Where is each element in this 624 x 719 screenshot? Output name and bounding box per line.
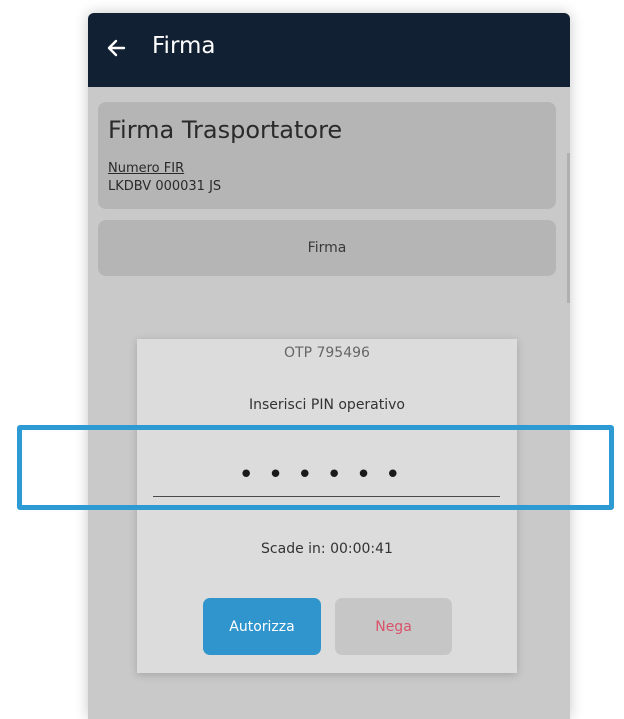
arrow-left-icon[interactable] [102,33,132,63]
pin-prompt: Inserisci PIN operativo [248,397,405,413]
sign-button[interactable]: Firma [98,220,556,276]
page-title: Firma [152,33,216,59]
otp-code: OTP 795496 [284,345,370,361]
authorize-button[interactable]: Autorizza [203,598,321,655]
app-bar: Firma [88,13,570,87]
screen: Firma Firma Trasportatore Numero FIR LKD… [0,0,624,719]
highlight-box [17,425,614,510]
fir-number-value: LKDBV 000031 JS [108,179,222,194]
card-title: Firma Trasportatore [108,116,343,144]
deny-button[interactable]: Nega [335,598,452,655]
app-window: Firma Firma Trasportatore Numero FIR LKD… [88,13,570,719]
signature-card: Firma Trasportatore Numero FIR LKDBV 000… [98,102,556,209]
fir-number-label: Numero FIR [108,161,185,176]
scrollbar[interactable] [567,153,570,303]
expiry-timer: Scade in: 00:00:41 [261,541,393,557]
